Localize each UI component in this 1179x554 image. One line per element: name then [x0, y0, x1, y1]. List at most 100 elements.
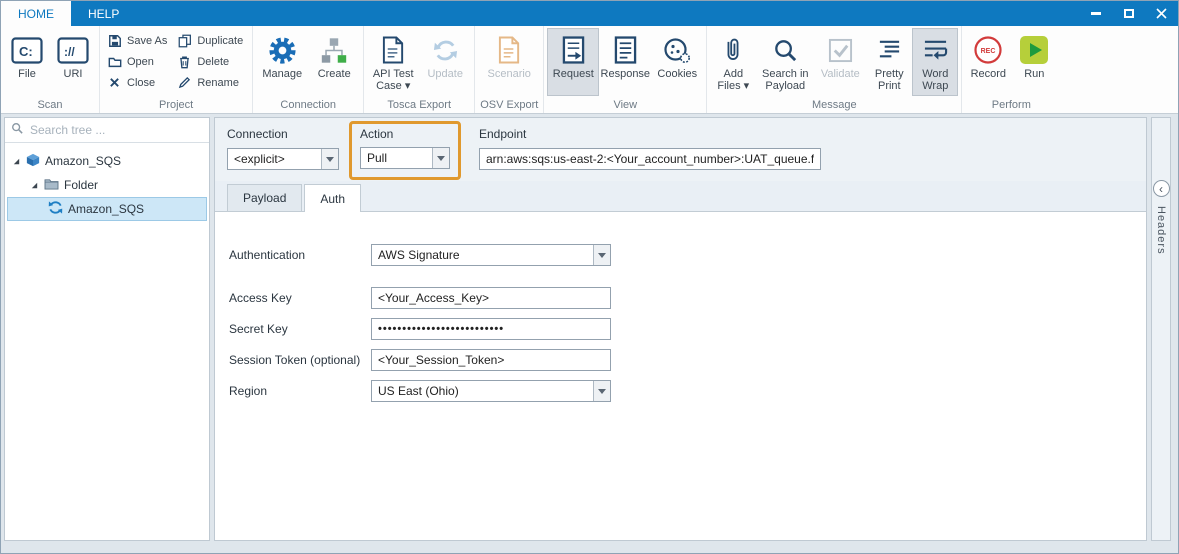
authentication-value: AWS Signature — [372, 245, 593, 265]
search-in-payload-label: Search in Payload — [757, 68, 813, 92]
authentication-dropdown-arrow-icon[interactable] — [593, 245, 610, 265]
manage-label: Manage — [262, 68, 302, 80]
action-label: Action — [360, 127, 450, 141]
minimize-button[interactable] — [1079, 1, 1112, 26]
tree-item-amazon-sqs-service[interactable]: Amazon_SQS — [7, 197, 207, 221]
cube-icon — [26, 153, 40, 170]
cookies-icon — [663, 32, 691, 68]
session-token-row: Session Token (optional) — [229, 349, 1146, 371]
auth-tab-content: Authentication AWS Signature Access Key … — [215, 211, 1146, 540]
validate-button[interactable]: Validate — [814, 28, 866, 96]
region-select[interactable]: US East (Ohio) — [371, 380, 611, 402]
run-button[interactable]: Run — [1011, 28, 1057, 96]
validate-label: Validate — [821, 68, 860, 80]
ribbon-group-message: Add Files ▾ Search in Payload Validate — [707, 26, 962, 113]
window-controls — [1079, 1, 1178, 26]
access-key-input[interactable] — [371, 287, 611, 309]
ribbon-tab-home-label: HOME — [18, 7, 54, 21]
api-test-case-button[interactable]: API Test Case ▾ — [367, 28, 419, 96]
tree-search-icon — [11, 121, 23, 139]
record-button[interactable]: REC Record — [965, 28, 1011, 96]
expander-icon[interactable] — [11, 157, 21, 166]
session-token-label: Session Token (optional) — [229, 353, 371, 367]
expander-icon[interactable] — [29, 181, 39, 190]
word-wrap-label: Word Wrap — [913, 68, 957, 92]
tree-search-input[interactable] — [28, 122, 203, 138]
tree-item-label: Amazon_SQS — [45, 154, 121, 168]
connection-dropdown-arrow-icon[interactable] — [321, 149, 338, 169]
tab-payload-label: Payload — [243, 191, 286, 205]
tree-search-box — [5, 118, 209, 143]
file-button[interactable]: C: File — [4, 28, 50, 96]
word-wrap-icon — [922, 32, 949, 68]
authentication-label: Authentication — [229, 248, 371, 262]
record-label: Record — [971, 68, 1006, 80]
action-select[interactable]: Pull — [360, 147, 450, 169]
scenario-button[interactable]: Scenario — [478, 28, 540, 96]
region-label: Region — [229, 384, 371, 398]
app-window: HOME HELP C: File :// — [0, 0, 1179, 554]
rename-button[interactable]: Rename — [173, 72, 249, 93]
update-button[interactable]: Update — [419, 28, 471, 96]
headers-panel-tab[interactable]: Headers — [1155, 206, 1167, 255]
close-project-icon — [107, 77, 122, 88]
manage-button[interactable]: Manage — [256, 28, 308, 96]
duplicate-icon — [177, 34, 192, 48]
pretty-print-button[interactable]: Pretty Print — [866, 28, 912, 96]
action-dropdown-arrow-icon[interactable] — [432, 148, 449, 168]
save-as-button[interactable]: Save As — [103, 30, 173, 51]
session-token-input[interactable] — [371, 349, 611, 371]
request-button[interactable]: Request — [547, 28, 599, 96]
chevron-left-icon: ‹ — [1159, 183, 1163, 195]
ribbon-group-perform: REC Record Run Perform — [962, 26, 1060, 113]
expand-headers-button[interactable]: ‹ — [1153, 180, 1170, 197]
svg-text:C:: C: — [19, 44, 33, 59]
rename-label: Rename — [197, 77, 239, 89]
tab-auth[interactable]: Auth — [304, 184, 361, 212]
ribbon-tab-home[interactable]: HOME — [1, 1, 71, 26]
maximize-icon — [1124, 9, 1134, 18]
file-scan-icon: C: — [11, 32, 43, 68]
secret-key-input[interactable] — [371, 318, 611, 340]
response-button[interactable]: Response — [599, 28, 651, 96]
open-button[interactable]: Open — [103, 51, 173, 72]
word-wrap-button[interactable]: Word Wrap — [912, 28, 958, 96]
uri-scan-icon: :// — [57, 32, 89, 68]
action-value: Pull — [361, 148, 432, 168]
response-label: Response — [601, 68, 651, 80]
close-icon — [1156, 8, 1167, 19]
workspace: Amazon_SQS Folder Amazon_SQS — [1, 114, 1178, 553]
close-project-button[interactable]: Close — [103, 72, 173, 93]
tab-payload[interactable]: Payload — [227, 184, 302, 211]
endpoint-input[interactable] — [479, 148, 821, 170]
close-button[interactable] — [1145, 1, 1178, 26]
cookies-label: Cookies — [657, 68, 697, 80]
sync-icon — [48, 200, 63, 218]
request-label: Request — [553, 68, 594, 80]
ribbon-group-perform-label: Perform — [965, 98, 1057, 113]
add-files-button[interactable]: Add Files ▾ — [710, 28, 756, 96]
duplicate-button[interactable]: Duplicate — [173, 30, 249, 51]
cookies-button[interactable]: Cookies — [651, 28, 703, 96]
authentication-select[interactable]: AWS Signature — [371, 244, 611, 266]
create-button[interactable]: Create — [308, 28, 360, 96]
maximize-button[interactable] — [1112, 1, 1145, 26]
tree-item-folder[interactable]: Folder — [7, 173, 207, 197]
search-in-payload-button[interactable]: Search in Payload — [756, 28, 814, 96]
region-dropdown-arrow-icon[interactable] — [593, 381, 610, 401]
uri-button[interactable]: :// URI — [50, 28, 96, 96]
run-label: Run — [1024, 68, 1044, 80]
tree-item-amazon-sqs-root[interactable]: Amazon_SQS — [7, 149, 207, 173]
api-test-case-label: API Test Case ▾ — [368, 68, 418, 92]
tab-auth-label: Auth — [320, 192, 345, 206]
titlebar: HOME HELP — [1, 1, 1178, 26]
add-files-label: Add Files ▾ — [711, 68, 755, 92]
delete-button[interactable]: Delete — [173, 51, 249, 72]
delete-label: Delete — [197, 56, 229, 68]
open-folder-icon — [107, 55, 122, 69]
tree: Amazon_SQS Folder Amazon_SQS — [5, 143, 209, 221]
ribbon-tab-help[interactable]: HELP — [71, 1, 136, 26]
save-as-icon — [107, 34, 122, 48]
close-project-label: Close — [127, 77, 155, 89]
connection-select[interactable]: <explicit> — [227, 148, 339, 170]
